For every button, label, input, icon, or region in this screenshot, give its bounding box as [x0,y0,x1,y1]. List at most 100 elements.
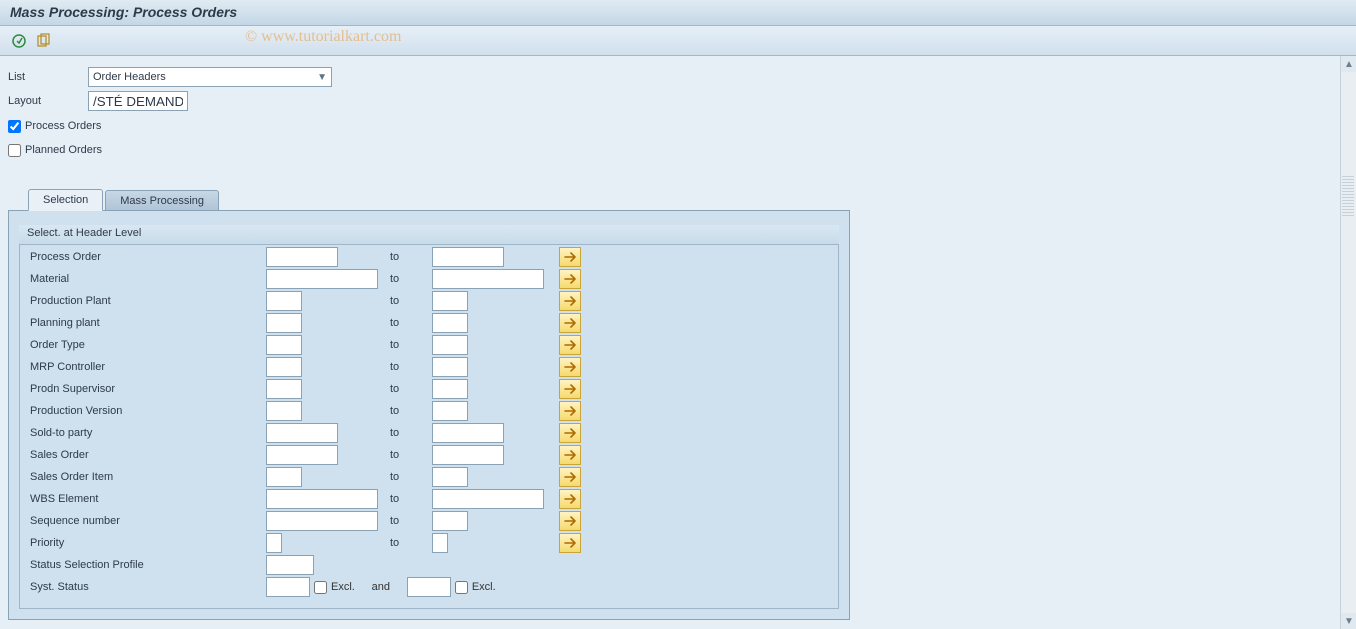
multiple-selection-button[interactable] [559,533,581,553]
sel-row-label: MRP Controller [30,361,266,373]
sel-from-input[interactable] [266,511,378,531]
sel-row-label: Production Plant [30,295,266,307]
watermark-text: © www.tutorialkart.com [245,28,401,46]
sel-row: MRP Controller to [30,356,828,378]
list-select[interactable]: Order Headers ▼ [88,67,332,87]
syst-status-excl1-checkbox[interactable] [314,581,327,594]
sel-from-input[interactable] [266,445,338,465]
sel-row-label: Sales Order Item [30,471,266,483]
sel-from-input[interactable] [266,313,302,333]
list-value: Order Headers [93,71,166,83]
sel-from-input[interactable] [266,379,302,399]
sel-from-input[interactable] [266,335,302,355]
sel-row-label: Planning plant [30,317,266,329]
sel-to-input[interactable] [432,269,544,289]
status-profile-input[interactable] [266,555,314,575]
multiple-selection-button[interactable] [559,423,581,443]
tabstrip: Selection Mass Processing [28,188,1332,210]
sel-to-input[interactable] [432,313,468,333]
multiple-selection-button[interactable] [559,335,581,355]
planned-orders-checkbox[interactable] [8,144,21,157]
copy-icon[interactable] [34,32,52,50]
status-profile-label: Status Selection Profile [30,559,266,571]
tab-selection[interactable]: Selection [28,189,103,211]
multiple-selection-button[interactable] [559,247,581,267]
syst-status-to-input[interactable] [407,577,451,597]
syst-status-excl2-checkbox[interactable] [455,581,468,594]
multiple-selection-button[interactable] [559,269,581,289]
sel-row-label: Production Version [30,405,266,417]
sel-from-input[interactable] [266,423,338,443]
multiple-selection-button[interactable] [559,489,581,509]
sel-row: Process Order to [30,246,828,268]
sel-from-input[interactable] [266,401,302,421]
excl1-label: Excl. [331,581,355,593]
execute-icon[interactable] [10,32,28,50]
to-label: to [390,251,432,263]
sel-from-input[interactable] [266,291,302,311]
multiple-selection-button[interactable] [559,511,581,531]
scroll-down-icon[interactable]: ▼ [1341,613,1356,629]
sel-to-input[interactable] [432,511,468,531]
sel-to-input[interactable] [432,401,468,421]
sel-row: Order Typeto [30,334,828,356]
sel-row: Sold-to partyto [30,422,828,444]
sel-row-label: Material [30,273,266,285]
sel-from-input[interactable] [266,489,378,509]
vertical-scrollbar[interactable]: ▲ ▼ [1340,56,1356,629]
sel-row-label: Sold-to party [30,427,266,439]
to-label: to [390,295,432,307]
planned-orders-row: Planned Orders [8,140,1332,160]
sel-to-input[interactable] [432,379,468,399]
sel-to-input[interactable] [432,291,468,311]
multiple-selection-button[interactable] [559,401,581,421]
header-level-group: Select. at Header Level Process OrdertoM… [19,225,839,609]
to-label: to [390,361,432,373]
sel-row-label: Process Order [30,251,266,263]
scroll-up-icon[interactable]: ▲ [1341,56,1356,72]
sel-to-input[interactable] [432,423,504,443]
layout-label: Layout [8,95,88,107]
multiple-selection-button[interactable] [559,357,581,377]
sel-to-input[interactable] [432,357,468,377]
to-label: to [390,449,432,461]
process-orders-checkbox[interactable] [8,120,21,133]
sel-row-label: Sales Order [30,449,266,461]
layout-input[interactable] [88,91,188,111]
to-label: to [390,405,432,417]
sel-to-input[interactable] [432,467,468,487]
excl2-label: Excl. [472,581,496,593]
sel-row: Priorityto [30,532,828,554]
tab-mass-processing[interactable]: Mass Processing [105,190,219,211]
sel-to-input[interactable] [432,533,448,553]
list-label: List [8,71,88,83]
multiple-selection-button[interactable] [559,379,581,399]
sel-from-input[interactable] [266,247,338,267]
planned-orders-label: Planned Orders [25,144,102,156]
sel-row-label: Priority [30,537,266,549]
multiple-selection-button[interactable] [559,445,581,465]
sel-from-input[interactable] [266,357,302,377]
sel-to-input[interactable] [432,247,504,267]
multiple-selection-button[interactable] [559,467,581,487]
multiple-selection-button[interactable] [559,313,581,333]
sel-row: Prodn Supervisorto [30,378,828,400]
sel-to-input[interactable] [432,445,504,465]
sel-row: Production Plant to [30,290,828,312]
sel-from-input[interactable] [266,269,378,289]
sel-from-input[interactable] [266,467,302,487]
list-row: List Order Headers ▼ [8,66,1332,88]
process-orders-label: Process Orders [25,120,101,132]
multiple-selection-button[interactable] [559,291,581,311]
to-label: to [390,383,432,395]
sel-to-input[interactable] [432,489,544,509]
sel-row: Sequence numberto [30,510,828,532]
chevron-down-icon: ▼ [317,72,327,83]
sel-row-label: Sequence number [30,515,266,527]
content-area: List Order Headers ▼ Layout Process Orde… [0,56,1340,629]
syst-status-from-input[interactable] [266,577,310,597]
scroll-grip-icon[interactable] [1342,176,1354,216]
sel-row-label: WBS Element [30,493,266,505]
sel-to-input[interactable] [432,335,468,355]
sel-from-input[interactable] [266,533,282,553]
